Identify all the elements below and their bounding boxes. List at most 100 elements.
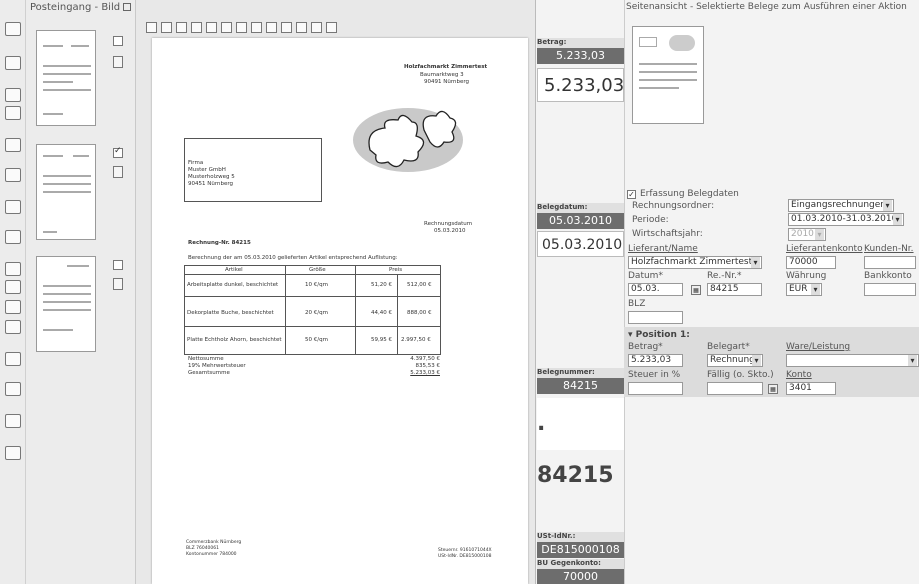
fiscal-label: Wirtschaftsjahr: xyxy=(632,229,703,239)
print-icon[interactable] xyxy=(5,230,21,244)
blz-input[interactable] xyxy=(628,311,683,324)
table-row-article: Arbeitsplatte dunkel, beschichtet xyxy=(187,282,279,288)
viewer-toolbar xyxy=(146,22,337,36)
leaf-logo xyxy=(353,108,463,172)
scan-icon[interactable] xyxy=(5,200,21,214)
settings-icon[interactable] xyxy=(5,446,21,460)
recipient-line: Firma xyxy=(188,160,204,166)
page-3-document-icon[interactable] xyxy=(113,278,123,290)
number-label: Belegnummer: xyxy=(537,368,624,378)
period-select[interactable]: 01.03.2010-31.03.2010 xyxy=(788,213,904,226)
fit-width-icon[interactable] xyxy=(251,22,262,33)
preview-thumbnail[interactable] xyxy=(632,26,704,124)
due-input[interactable] xyxy=(707,382,763,395)
list-icon[interactable] xyxy=(5,352,21,366)
table-row-total: 512,00 € xyxy=(407,282,432,288)
goods-label: Ware/Leistung xyxy=(786,342,851,352)
supplier-account-input[interactable]: 70000 xyxy=(786,256,836,269)
calendar-icon[interactable]: ▦ xyxy=(691,285,701,295)
stamp-icon[interactable] xyxy=(5,168,21,182)
invoice-no-input[interactable]: 84215 xyxy=(707,283,762,296)
sum-value: 835,53 € xyxy=(415,363,441,369)
account-input[interactable]: 3401 xyxy=(786,382,836,395)
fit-page-icon[interactable] xyxy=(266,22,277,33)
currency-select[interactable]: EUR xyxy=(786,283,822,296)
tax-label: Steuer in % xyxy=(628,370,681,380)
select-icon[interactable] xyxy=(281,22,292,33)
save-icon[interactable] xyxy=(176,22,187,33)
fiscal-select[interactable]: 2010 xyxy=(788,228,826,241)
page-1-document-icon[interactable] xyxy=(113,56,123,68)
page-1-checkbox[interactable] xyxy=(113,36,123,46)
goods-select[interactable] xyxy=(786,354,919,367)
col-header-price: Preis xyxy=(389,267,403,273)
rotate-right-icon[interactable] xyxy=(206,22,217,33)
vat-label: USt-IdNr.: xyxy=(537,532,624,542)
position-amount-input[interactable]: 5.233,03 xyxy=(628,354,683,367)
position-title[interactable]: ▾ Position 1: xyxy=(628,330,690,340)
page-2-document-icon[interactable] xyxy=(113,166,123,178)
copy-icon[interactable] xyxy=(5,88,21,102)
date-snippet: 05.03.2010 xyxy=(537,231,624,257)
currency-label: Währung xyxy=(786,271,827,281)
zoom-in-icon[interactable] xyxy=(221,22,232,33)
form-icon[interactable] xyxy=(5,320,21,334)
date-field-label: Datum* xyxy=(628,271,663,281)
table-icon[interactable] xyxy=(5,280,21,294)
page-thumbnail-1[interactable] xyxy=(36,30,96,126)
invoice-table: Artikel Größe Preis Arbeitsplatte dunkel… xyxy=(184,265,441,355)
customer-no-input[interactable] xyxy=(864,256,916,269)
recipient-address: Firma Muster GmbH Musterholzweg 5 90451 … xyxy=(188,160,235,188)
invoice-no-label: Re.-Nr.* xyxy=(707,271,742,281)
doc-type-select[interactable]: Rechnung xyxy=(707,354,763,367)
amount-field[interactable]: 5.233,03 xyxy=(537,48,624,64)
right-panel-title: Seitenansicht - Selektierte Belege zum A… xyxy=(626,2,907,12)
image-icon[interactable] xyxy=(123,3,132,11)
forward-icon[interactable] xyxy=(5,56,21,70)
tax-input[interactable] xyxy=(628,382,683,395)
export-icon[interactable] xyxy=(5,382,21,396)
page-2-checkbox[interactable] xyxy=(113,146,123,158)
invoice-intro: Berechnung der am 05.03.2010 gelieferten… xyxy=(188,255,398,261)
zoom-out-icon[interactable] xyxy=(236,22,247,33)
new-document-icon[interactable] xyxy=(5,22,21,36)
doc-type-label: Belegart* xyxy=(707,342,750,352)
page-thumbnail-2[interactable] xyxy=(36,144,96,240)
inbox-title: Posteingang - Bild xyxy=(30,2,132,13)
supplier-account-label: Lieferantenkonto xyxy=(786,244,863,254)
page-icon[interactable] xyxy=(146,22,157,33)
grid-icon[interactable] xyxy=(5,262,21,276)
supplier-select[interactable]: Holzfachmarkt Zimmertest xyxy=(628,256,762,269)
folder-icon[interactable] xyxy=(5,138,21,152)
number-snippet: . 84215 xyxy=(537,398,624,488)
info-icon[interactable] xyxy=(5,414,21,428)
search-icon[interactable] xyxy=(311,22,322,33)
folder-select[interactable]: Eingangsrechnungen xyxy=(788,199,894,212)
sum-label: 19% Mehrwertsteuer xyxy=(188,363,246,369)
number-field[interactable]: 84215 xyxy=(537,378,624,394)
page-3-checkbox[interactable] xyxy=(113,260,123,270)
print-icon[interactable] xyxy=(161,22,172,33)
rotate-left-icon[interactable] xyxy=(191,22,202,33)
calendar-icon[interactable]: ▦ xyxy=(768,384,778,394)
date-field[interactable]: 05.03.2010 xyxy=(537,213,624,229)
page-thumbnail-3[interactable] xyxy=(36,256,96,352)
left-toolbar xyxy=(0,0,26,584)
account-field[interactable]: 70000 xyxy=(537,569,624,584)
bank-account-input[interactable] xyxy=(864,283,916,296)
paste-icon[interactable] xyxy=(5,106,21,120)
image-icon[interactable] xyxy=(296,22,307,33)
vat-field[interactable]: DE815000108 xyxy=(537,542,624,558)
sum-label: Gesamtsumme xyxy=(188,370,230,376)
link-icon[interactable] xyxy=(326,22,337,33)
sum-values: 4.397,50 € 835,53 € 5.233,03 € xyxy=(402,356,440,377)
footer-line: Kontonummer 784000 xyxy=(186,552,237,557)
table-row-size: 10 €/qm xyxy=(305,282,328,288)
table-row-article: Platte Echtholz Ahorn, beschichtet xyxy=(187,337,282,343)
split-icon[interactable] xyxy=(5,300,21,314)
capture-checkbox[interactable]: ✓ xyxy=(627,190,636,199)
position-amount-label: Betrag* xyxy=(628,342,663,352)
recipient-line: 90451 Nürnberg xyxy=(188,181,234,187)
amount-label: Betrag: xyxy=(537,38,624,48)
date-input[interactable]: 05.03. xyxy=(628,283,683,296)
